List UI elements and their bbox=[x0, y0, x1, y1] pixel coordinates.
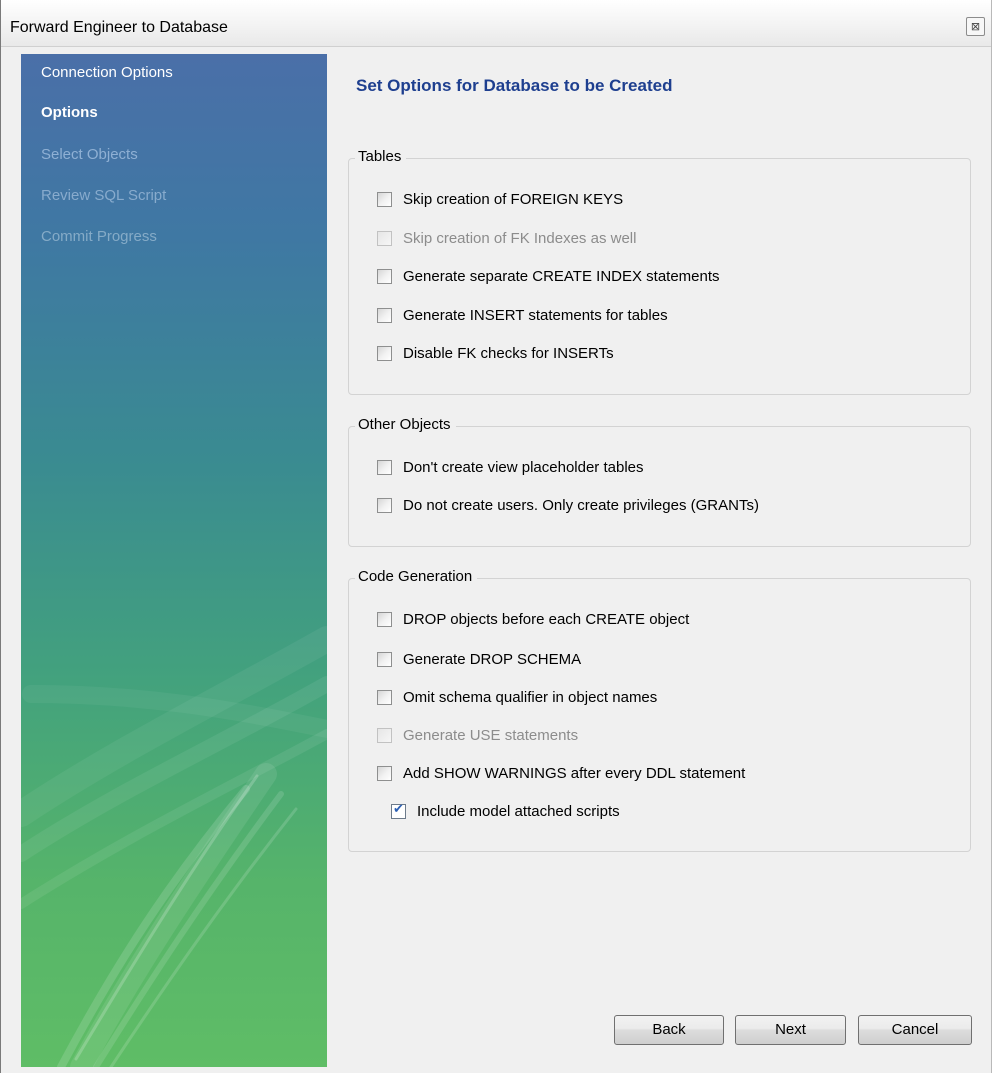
checkbox-label: Don't create view placeholder tables bbox=[403, 458, 644, 476]
checkbox-label: Generate INSERT statements for tables bbox=[403, 306, 668, 324]
skip-foreign-keys-checkbox[interactable]: Skip creation of FOREIGN KEYS bbox=[377, 189, 623, 209]
checkbox-label: Generate DROP SCHEMA bbox=[403, 650, 582, 668]
no-view-placeholder-checkbox[interactable]: Don't create view placeholder tables bbox=[377, 457, 644, 477]
forward-engineer-dialog: Forward Engineer to Database ⊠ Connectio… bbox=[0, 0, 992, 1073]
next-button[interactable]: Next bbox=[735, 1015, 846, 1045]
show-warnings-checkbox[interactable]: Add SHOW WARNINGS after every DDL statem… bbox=[377, 763, 745, 783]
generate-use-checkbox[interactable]: Generate USE statements bbox=[377, 725, 578, 745]
checkbox-box[interactable] bbox=[377, 651, 392, 667]
tables-group-title: Tables bbox=[355, 148, 407, 165]
checkbox-label: Add SHOW WARNINGS after every DDL statem… bbox=[403, 764, 746, 782]
generate-drop-schema-checkbox[interactable]: Generate DROP SCHEMA bbox=[377, 649, 581, 669]
step-connection-options: Connection Options bbox=[41, 64, 173, 81]
back-button[interactable]: Back bbox=[614, 1015, 724, 1045]
step-options: Options bbox=[41, 104, 98, 121]
step-review-sql-script: Review SQL Script bbox=[41, 187, 167, 204]
disable-fk-checks-checkbox[interactable]: Disable FK checks for INSERTs bbox=[377, 343, 614, 363]
checkbox-label: Include model attached scripts bbox=[417, 802, 620, 820]
checkbox-label: Do not create users. Only create privile… bbox=[403, 496, 759, 514]
drop-objects-checkbox[interactable]: DROP objects before each CREATE object bbox=[377, 609, 689, 629]
checkbox-box[interactable] bbox=[377, 191, 392, 207]
omit-schema-qualifier-checkbox[interactable]: Omit schema qualifier in object names bbox=[377, 687, 657, 707]
checkbox-box[interactable] bbox=[377, 268, 392, 284]
window-title: Forward Engineer to Database bbox=[10, 19, 228, 36]
checkbox-label: Skip creation of FK Indexes as well bbox=[403, 229, 637, 247]
generate-insert-checkbox[interactable]: Generate INSERT statements for tables bbox=[377, 305, 668, 325]
checkbox-box[interactable] bbox=[391, 802, 406, 819]
checkbox-box[interactable] bbox=[377, 459, 392, 475]
checkbox-label: Omit schema qualifier in object names bbox=[403, 688, 658, 706]
code-generation-group-title: Code Generation bbox=[355, 568, 478, 585]
checkbox-label: Generate separate CREATE INDEX statement… bbox=[403, 267, 720, 285]
step-commit-progress: Commit Progress bbox=[41, 228, 157, 245]
tables-group: Tables Skip creation of FOREIGN KEYS Ski… bbox=[348, 148, 971, 395]
checkbox-box[interactable] bbox=[377, 497, 392, 513]
sidebar-swoosh-decoration bbox=[21, 626, 327, 1067]
close-icon[interactable]: ⊠ bbox=[966, 17, 985, 36]
checkbox-box[interactable] bbox=[377, 307, 392, 323]
checkbox-box[interactable] bbox=[377, 765, 392, 781]
no-create-users-checkbox[interactable]: Do not create users. Only create privile… bbox=[377, 495, 759, 515]
step-select-objects: Select Objects bbox=[41, 146, 138, 163]
separate-create-index-checkbox[interactable]: Generate separate CREATE INDEX statement… bbox=[377, 266, 720, 286]
other-objects-group: Other Objects Don't create view placehol… bbox=[348, 416, 971, 547]
checkbox-label: Disable FK checks for INSERTs bbox=[403, 344, 614, 362]
checkbox-box[interactable] bbox=[377, 689, 392, 705]
code-generation-group: Code Generation DROP objects before each… bbox=[348, 568, 971, 852]
checkbox-label: Generate USE statements bbox=[403, 726, 579, 744]
checkbox-box[interactable] bbox=[377, 727, 392, 743]
checkbox-label: Skip creation of FOREIGN KEYS bbox=[403, 190, 624, 208]
checkbox-box[interactable] bbox=[377, 611, 392, 627]
wizard-sidebar: Connection Options Options Select Object… bbox=[21, 54, 327, 1067]
include-attached-scripts-checkbox[interactable]: Include model attached scripts bbox=[391, 801, 620, 821]
checkbox-label: DROP objects before each CREATE object bbox=[403, 610, 690, 628]
other-objects-group-title: Other Objects bbox=[355, 416, 456, 433]
checkbox-box[interactable] bbox=[377, 230, 392, 246]
title-bar[interactable]: Forward Engineer to Database ⊠ bbox=[1, 0, 991, 47]
skip-fk-indexes-checkbox[interactable]: Skip creation of FK Indexes as well bbox=[377, 228, 636, 248]
cancel-button[interactable]: Cancel bbox=[858, 1015, 972, 1045]
checkbox-box[interactable] bbox=[377, 345, 392, 361]
page-title: Set Options for Database to be Created bbox=[356, 76, 673, 95]
